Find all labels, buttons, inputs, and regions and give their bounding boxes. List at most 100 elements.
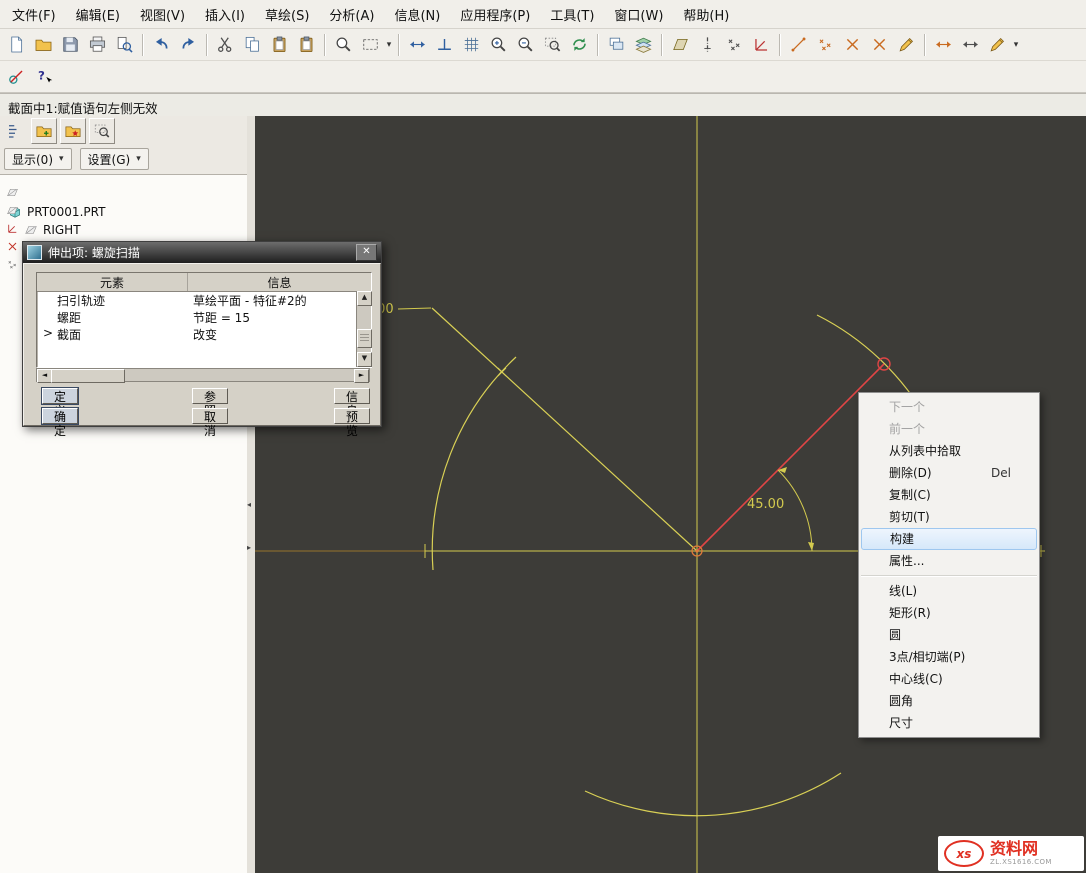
angle-dimension-text[interactable]: 45.00: [747, 497, 784, 512]
menu-window[interactable]: 窗口(W): [604, 0, 673, 29]
context-item-copy[interactable]: 复制(C): [859, 484, 1039, 506]
zoom-out-icon[interactable]: [512, 31, 539, 58]
print-preview-icon[interactable]: [111, 31, 138, 58]
context-item-rectangle[interactable]: 矩形(R): [859, 602, 1039, 624]
show-dropdown-button[interactable]: 显示(0): [4, 148, 72, 170]
diagonal-line[interactable]: [432, 308, 697, 551]
context-item-line[interactable]: 线(L): [859, 580, 1039, 602]
paste-icon[interactable]: [266, 31, 293, 58]
zoom-fit-icon[interactable]: [539, 31, 566, 58]
scroll-left-icon[interactable]: [37, 369, 52, 383]
menu-analysis[interactable]: 分析(A): [319, 0, 384, 29]
context-item-circle[interactable]: 圆: [859, 624, 1039, 646]
delete-segment-icon[interactable]: [839, 31, 866, 58]
preview-button[interactable]: 预览: [334, 408, 370, 424]
scroll-down-icon[interactable]: [357, 352, 372, 367]
tree-search-icon[interactable]: [89, 118, 115, 144]
datum-plane-icon[interactable]: [667, 31, 694, 58]
tree-columns-icon[interactable]: [2, 118, 28, 144]
save-icon[interactable]: [57, 31, 84, 58]
expand-right-icon[interactable]: ▸: [247, 544, 251, 552]
tree-item-partial-icon[interactable]: [6, 186, 19, 199]
line-tool-icon[interactable]: [785, 31, 812, 58]
info-button[interactable]: 信息: [334, 388, 370, 404]
redo-icon[interactable]: [175, 31, 202, 58]
constraint-display-icon[interactable]: [431, 31, 458, 58]
context-item-delete[interactable]: 删除(D)Del: [859, 462, 1039, 484]
dimension-display-icon[interactable]: [404, 31, 431, 58]
define-button[interactable]: 定义: [42, 388, 78, 404]
new-file-icon[interactable]: [3, 31, 30, 58]
trim-tool-icon[interactable]: [866, 31, 893, 58]
scrollbar-thumb[interactable]: [357, 329, 372, 348]
datum-axis-icon[interactable]: [694, 31, 721, 58]
search-icon[interactable]: [330, 31, 357, 58]
folder-favorites-icon[interactable]: [60, 118, 86, 144]
point-tool-icon[interactable]: [812, 31, 839, 58]
menu-insert[interactable]: 插入(I): [195, 0, 255, 29]
datum-point-icon[interactable]: [721, 31, 748, 58]
context-item-cut[interactable]: 剪切(T): [859, 506, 1039, 528]
scroll-up-icon[interactable]: [357, 291, 372, 306]
settings-dropdown-button[interactable]: 设置(G): [80, 148, 149, 170]
horizontal-scrollbar[interactable]: [36, 368, 370, 382]
menu-edit[interactable]: 编辑(E): [66, 0, 130, 29]
context-item-dimension[interactable]: 尺寸: [859, 712, 1039, 734]
ok-button[interactable]: 确定: [42, 408, 78, 424]
tree-item-right-plane[interactable]: RIGHT: [0, 221, 247, 239]
tree-item-partial-icon[interactable]: [6, 222, 19, 235]
table-row[interactable]: 扫引轨迹 草绘平面 - 特征#2的: [37, 292, 371, 309]
collapse-left-icon[interactable]: ◂: [247, 501, 251, 509]
open-folder-icon[interactable]: [30, 31, 57, 58]
menu-help[interactable]: 帮助(H): [673, 0, 739, 29]
select-box-dropdown-icon[interactable]: [384, 32, 394, 57]
selected-line-45deg[interactable]: [697, 364, 884, 551]
context-item-centerline[interactable]: 中心线(C): [859, 668, 1039, 690]
folder-add-icon[interactable]: [31, 118, 57, 144]
menu-file[interactable]: 文件(F): [2, 0, 66, 29]
palette-icon[interactable]: [893, 31, 920, 58]
context-item-properties[interactable]: 属性...: [859, 550, 1039, 572]
menu-applications[interactable]: 应用程序(P): [450, 0, 540, 29]
arc-upper-left[interactable]: [432, 357, 516, 570]
menu-view[interactable]: 视图(V): [130, 0, 195, 29]
copy-icon[interactable]: [239, 31, 266, 58]
close-icon[interactable]: [356, 244, 377, 261]
repaint-icon[interactable]: [566, 31, 593, 58]
menu-info[interactable]: 信息(N): [384, 0, 450, 29]
paste-special-icon[interactable]: [293, 31, 320, 58]
tree-item-partial-icon[interactable]: [6, 204, 19, 217]
csys-icon[interactable]: [748, 31, 775, 58]
context-item-construction[interactable]: 构建: [861, 528, 1037, 550]
vertical-scrollbar[interactable]: [356, 291, 371, 367]
modify-tool-dropdown-icon[interactable]: [1011, 32, 1021, 57]
zoom-in-icon[interactable]: [485, 31, 512, 58]
undo-icon[interactable]: [148, 31, 175, 58]
context-item-3point-tangent[interactable]: 3点/相切端(P): [859, 646, 1039, 668]
resize-tool-icon[interactable]: [957, 31, 984, 58]
context-item-pick-from-list[interactable]: 从列表中拾取: [859, 440, 1039, 462]
references-button[interactable]: 参照: [192, 388, 228, 404]
scrollbar-thumb[interactable]: [51, 369, 125, 383]
dialog-title-bar[interactable]: 伸出项: 螺旋扫描: [23, 242, 381, 263]
cut-icon[interactable]: [212, 31, 239, 58]
grid-display-icon[interactable]: [458, 31, 485, 58]
scroll-right-icon[interactable]: [354, 369, 369, 383]
modify-tool-icon[interactable]: [984, 31, 1011, 58]
print-icon[interactable]: [84, 31, 111, 58]
sketcher-icon[interactable]: [3, 63, 30, 90]
tree-item-partial-feature-icon[interactable]: [6, 240, 19, 253]
menu-tools[interactable]: 工具(T): [540, 0, 604, 29]
layer-display-icon[interactable]: [630, 31, 657, 58]
context-help-icon[interactable]: [30, 63, 57, 90]
tree-item-part[interactable]: PRT0001.PRT: [0, 203, 247, 221]
cancel-button[interactable]: 取消: [192, 408, 228, 424]
tree-item-partial-icon[interactable]: [6, 258, 19, 271]
table-row[interactable]: 螺距 节距 = 15: [37, 309, 371, 326]
select-box-icon[interactable]: [357, 31, 384, 58]
saved-views-icon[interactable]: [603, 31, 630, 58]
table-row-active[interactable]: >截面 改变: [37, 326, 371, 343]
context-item-fillet[interactable]: 圆角: [859, 690, 1039, 712]
dimension-tool-icon[interactable]: [930, 31, 957, 58]
arc-bottom[interactable]: [585, 773, 841, 816]
